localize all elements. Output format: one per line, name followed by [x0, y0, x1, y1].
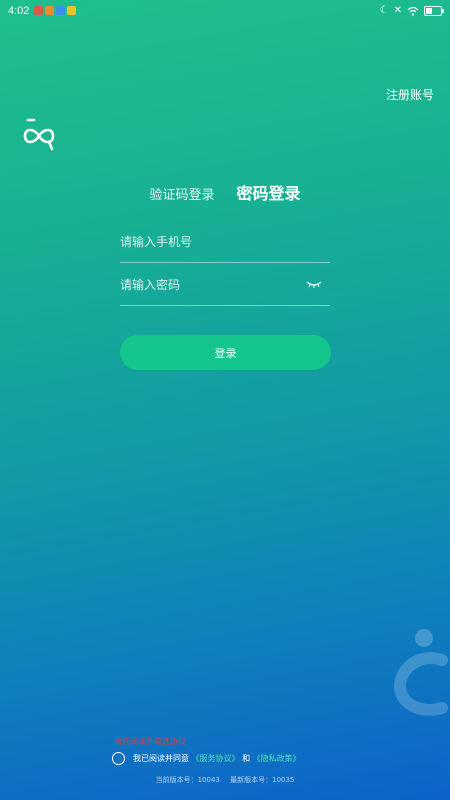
app-logo-icon: [23, 118, 55, 151]
phone-field: [120, 222, 330, 263]
orange-app-icon: [45, 6, 54, 15]
login-button[interactable]: 登录: [120, 335, 331, 370]
tab-password-login[interactable]: 密码登录: [237, 180, 301, 204]
agree-checkbox[interactable]: [112, 752, 125, 765]
status-bar: 4:02 ☾ ✕: [0, 0, 450, 24]
status-time: 4:02: [8, 5, 30, 17]
tab-sms-login[interactable]: 验证码登录: [149, 184, 214, 203]
decorative-watermark-icon: [394, 629, 448, 716]
service-agreement-link[interactable]: 《服务协议》: [192, 754, 240, 763]
current-version: 当前版本号：10043: [155, 776, 220, 784]
status-right-icons: ☾ ✕: [379, 5, 444, 17]
login-tabs: 验证码登录 密码登录: [0, 180, 450, 204]
battery-icon: [424, 6, 444, 16]
phone-input[interactable]: [120, 222, 300, 262]
yellow-app-icon: [67, 6, 76, 15]
blue-app-icon: [56, 6, 65, 15]
privacy-policy-link[interactable]: 《隐私政策》: [253, 754, 301, 763]
agree-prefix: 我已阅读并同意: [133, 754, 189, 763]
latest-version: 最新版本号：10035: [230, 776, 295, 784]
mute-icon: ✕: [393, 5, 402, 16]
agree-and: 和: [242, 754, 251, 763]
agreement-text: 我已阅读并同意 《服务协议》 和 《隐私政策》: [133, 753, 301, 764]
password-field: [120, 265, 330, 306]
battery-level: [426, 8, 432, 14]
register-account-link[interactable]: 注册账号: [386, 86, 434, 103]
password-input[interactable]: [120, 265, 300, 305]
agreement-row: 我已阅读并同意 《服务协议》 和 《隐私政策》: [112, 752, 301, 765]
red-app-icon: [34, 6, 43, 15]
agreement-warning: 请先阅读并勾选协议: [114, 737, 186, 746]
version-info: 当前版本号：10043 最新版本号：10035: [0, 775, 450, 785]
eye-closed-icon[interactable]: [306, 279, 322, 289]
status-app-icons: [34, 6, 76, 15]
wifi-icon: [407, 6, 419, 16]
moon-icon: ☾: [379, 5, 389, 16]
